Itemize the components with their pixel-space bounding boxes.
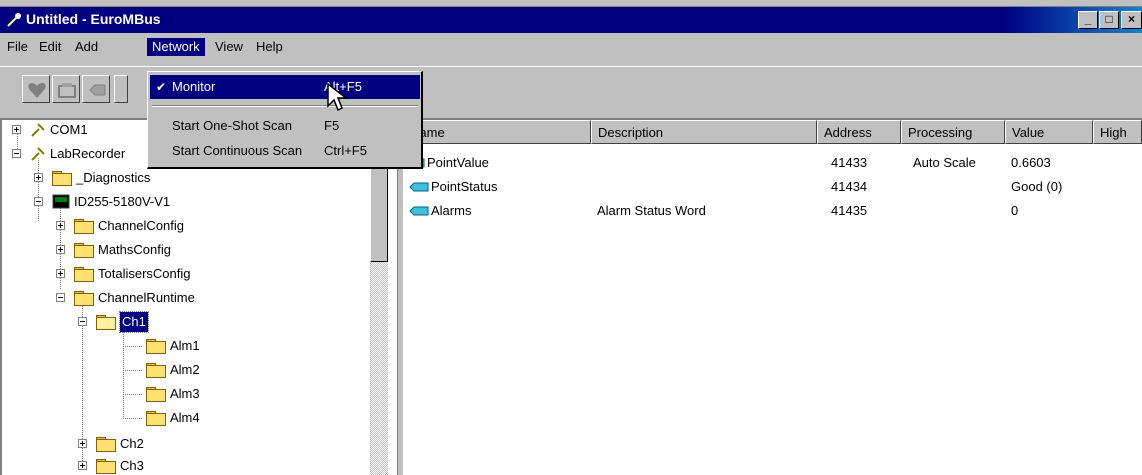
points-list[interactable]: Name Description Address Processing Valu… bbox=[403, 118, 1142, 475]
tag-icon bbox=[409, 182, 429, 192]
network-dropdown-menu: ✔ Monitor Alt+F5 Start One-Shot Scan F5 … bbox=[147, 71, 423, 169]
menu-file[interactable]: File bbox=[2, 38, 33, 56]
menu-separator bbox=[152, 105, 418, 107]
folder-icon bbox=[146, 339, 166, 354]
column-header-high[interactable]: High bbox=[1093, 120, 1142, 144]
column-header-name[interactable]: Name bbox=[403, 120, 591, 144]
tag-icon bbox=[409, 206, 429, 216]
list-row[interactable]: Alarms Alarm Status Word 41435 0 bbox=[403, 200, 1142, 222]
menu-edit[interactable]: Edit bbox=[34, 38, 66, 56]
menu-view[interactable]: View bbox=[210, 38, 248, 56]
menu-item-monitor[interactable]: ✔ Monitor Alt+F5 bbox=[150, 75, 420, 99]
tag-tool-button[interactable] bbox=[82, 75, 110, 103]
open-tool-button[interactable] bbox=[52, 75, 80, 103]
maximize-button[interactable]: □ bbox=[1099, 11, 1119, 29]
menu-item-one-shot-scan[interactable]: Start One-Shot Scan F5 bbox=[150, 114, 420, 138]
menu-help[interactable]: Help bbox=[251, 38, 288, 56]
serial-port-icon bbox=[31, 147, 45, 161]
column-header-value[interactable]: Value bbox=[1005, 120, 1093, 144]
serial-port-icon bbox=[31, 123, 45, 137]
heart-icon bbox=[28, 83, 46, 98]
folder-icon bbox=[146, 411, 166, 426]
window-title: Untitled - EuroMBus bbox=[26, 11, 161, 27]
folder-icon bbox=[74, 291, 94, 306]
open-folder-icon bbox=[96, 315, 116, 330]
connect-tool-button[interactable] bbox=[22, 75, 50, 103]
folder-icon bbox=[146, 387, 166, 402]
list-row[interactable]: PointValue 41433 Auto Scale 0.6603 bbox=[403, 152, 1142, 174]
checkmark-icon: ✔ bbox=[156, 80, 167, 94]
column-header-address[interactable]: Address bbox=[817, 120, 901, 144]
title-bar[interactable]: Untitled - EuroMBus _ □ × bbox=[0, 7, 1142, 33]
probe-app-icon bbox=[7, 13, 21, 27]
app-window: Untitled - EuroMBus _ □ × File Edit Add … bbox=[0, 0, 1142, 475]
column-header-processing[interactable]: Processing bbox=[901, 120, 1005, 144]
folder-icon bbox=[52, 171, 72, 186]
menu-bar: File Edit Add Network View Help bbox=[0, 34, 1142, 58]
close-button[interactable]: × bbox=[1121, 11, 1142, 29]
folder-icon bbox=[146, 363, 166, 378]
list-row[interactable]: PointStatus 41434 Good (0) bbox=[403, 176, 1142, 198]
folder-icon bbox=[96, 459, 116, 474]
mouse-cursor-icon bbox=[327, 82, 349, 112]
folder-open-icon bbox=[58, 83, 76, 98]
device-tree[interactable]: COM1 LabRecorder _Diagnostics ID255-5180… bbox=[0, 118, 397, 475]
menu-add[interactable]: Add bbox=[70, 38, 103, 56]
window-top-edge bbox=[0, 0, 1142, 7]
toolbar-edge-button[interactable] bbox=[114, 75, 128, 103]
folder-icon bbox=[74, 267, 94, 282]
folder-icon bbox=[74, 219, 94, 234]
menu-item-continuous-scan[interactable]: Start Continuous Scan Ctrl+F5 bbox=[150, 139, 420, 163]
folder-icon bbox=[74, 243, 94, 258]
minimize-button[interactable]: _ bbox=[1078, 11, 1098, 29]
device-icon bbox=[52, 194, 70, 209]
menu-network[interactable]: Network bbox=[147, 38, 205, 56]
folder-icon bbox=[96, 437, 116, 452]
column-header-description[interactable]: Description bbox=[591, 120, 817, 144]
tag-icon bbox=[89, 84, 106, 96]
